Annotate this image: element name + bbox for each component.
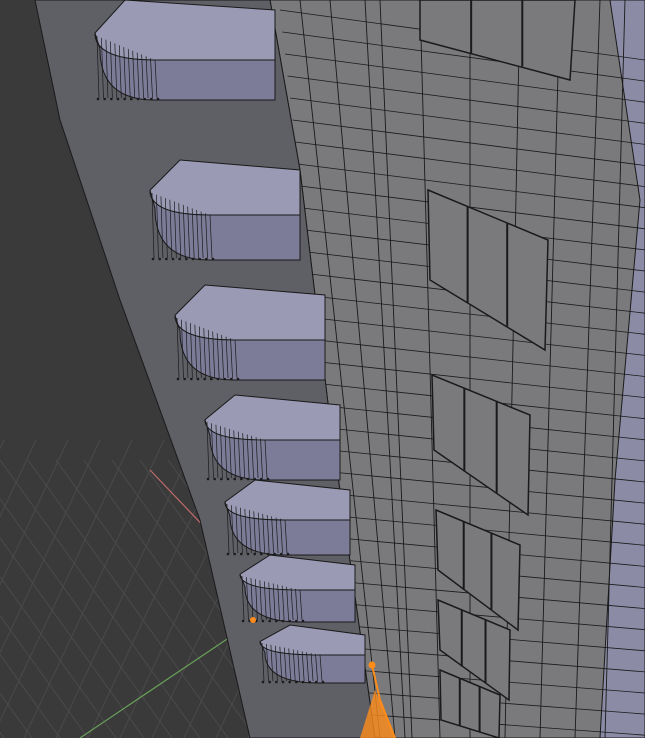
- grid-line: [55, 439, 197, 738]
- mesh-vertex: [220, 477, 223, 481]
- mesh-vertex: [261, 680, 265, 684]
- mesh-vertex: [253, 552, 256, 556]
- grid-line: [23, 439, 165, 738]
- balcony-slab: [149, 159, 301, 216]
- mesh-vertex: [213, 477, 216, 481]
- mesh-vertex: [266, 552, 270, 556]
- mesh-vertex: [226, 477, 230, 481]
- balcony: [174, 284, 326, 381]
- mesh-vertex: [266, 477, 270, 481]
- mesh-vertex: [295, 619, 298, 623]
- 3d-viewport[interactable]: [0, 0, 645, 738]
- mesh-vertex: [288, 680, 291, 684]
- balcony: [224, 479, 351, 556]
- mesh-vertex: [96, 97, 100, 101]
- mesh-vertex: [165, 257, 168, 261]
- mesh-vertex: [143, 97, 146, 101]
- mesh-vertex: [123, 97, 126, 101]
- balcony: [204, 394, 341, 481]
- mesh-vertex: [268, 619, 271, 623]
- mesh-vertex: [226, 552, 230, 556]
- mesh-vertex: [260, 477, 263, 481]
- mesh-vertex: [240, 552, 243, 556]
- mesh-vertex: [171, 257, 175, 261]
- balcony: [94, 0, 276, 101]
- mesh-vertex: [176, 377, 180, 381]
- mesh-vertex: [236, 377, 240, 381]
- mesh-vertex: [295, 680, 298, 684]
- mesh-vertex: [281, 680, 285, 684]
- mesh-vertex: [268, 680, 271, 684]
- mesh-vertex: [288, 619, 291, 623]
- mesh-vertex: [198, 257, 201, 261]
- mesh-vertex: [156, 97, 160, 101]
- mesh-vertex: [246, 552, 250, 556]
- balcony: [149, 159, 301, 261]
- mesh-vertex: [273, 552, 276, 556]
- mesh-vertex: [130, 97, 133, 101]
- mesh-vertex: [233, 477, 236, 481]
- mesh-vertex: [308, 680, 311, 684]
- mesh-vertex: [301, 619, 305, 623]
- mesh-vertex: [281, 619, 285, 623]
- balcony-slab: [94, 0, 276, 61]
- mesh-vertex: [280, 552, 283, 556]
- mesh-vertex: [110, 97, 113, 101]
- mesh-vertex: [286, 552, 290, 556]
- balcony: [239, 554, 356, 623]
- mesh-vertex: [151, 257, 155, 261]
- mesh-vertex: [158, 257, 161, 261]
- mesh-vertex: [233, 552, 236, 556]
- mesh-vertex: [260, 552, 263, 556]
- mesh-vertex: [196, 377, 200, 381]
- selected-vertex[interactable]: [250, 617, 256, 623]
- mesh-vertex: [246, 477, 250, 481]
- mesh-vertex: [203, 377, 206, 381]
- mesh-vertex: [275, 680, 278, 684]
- mesh-vertex: [136, 97, 140, 101]
- selected-vertex[interactable]: [368, 661, 376, 669]
- balcony-slab: [174, 284, 326, 341]
- mesh-vertex: [223, 377, 226, 381]
- mesh-vertex: [116, 97, 120, 101]
- mesh-vertex: [301, 680, 305, 684]
- mesh-vertex: [321, 680, 325, 684]
- mesh-vertex: [241, 619, 245, 623]
- viewport-canvas[interactable]: [0, 0, 645, 738]
- mesh-vertex: [206, 477, 210, 481]
- mesh-vertex: [185, 257, 188, 261]
- mesh-vertex: [150, 97, 153, 101]
- mesh-vertex: [103, 97, 106, 101]
- mesh-vertex: [210, 377, 213, 381]
- mesh-vertex: [190, 377, 193, 381]
- mesh-vertex: [216, 377, 220, 381]
- mesh-vertex: [205, 257, 208, 261]
- grid-line: [0, 439, 69, 586]
- mesh-vertex: [261, 619, 265, 623]
- mesh-vertex: [191, 257, 195, 261]
- mesh-vertex: [178, 257, 181, 261]
- mesh-vertex: [211, 257, 215, 261]
- grid-line: [0, 439, 5, 450]
- mesh-vertex: [183, 377, 186, 381]
- mesh-vertex: [240, 477, 243, 481]
- mesh-vertex: [315, 680, 318, 684]
- mesh-vertex: [230, 377, 233, 381]
- mesh-vertex: [275, 619, 278, 623]
